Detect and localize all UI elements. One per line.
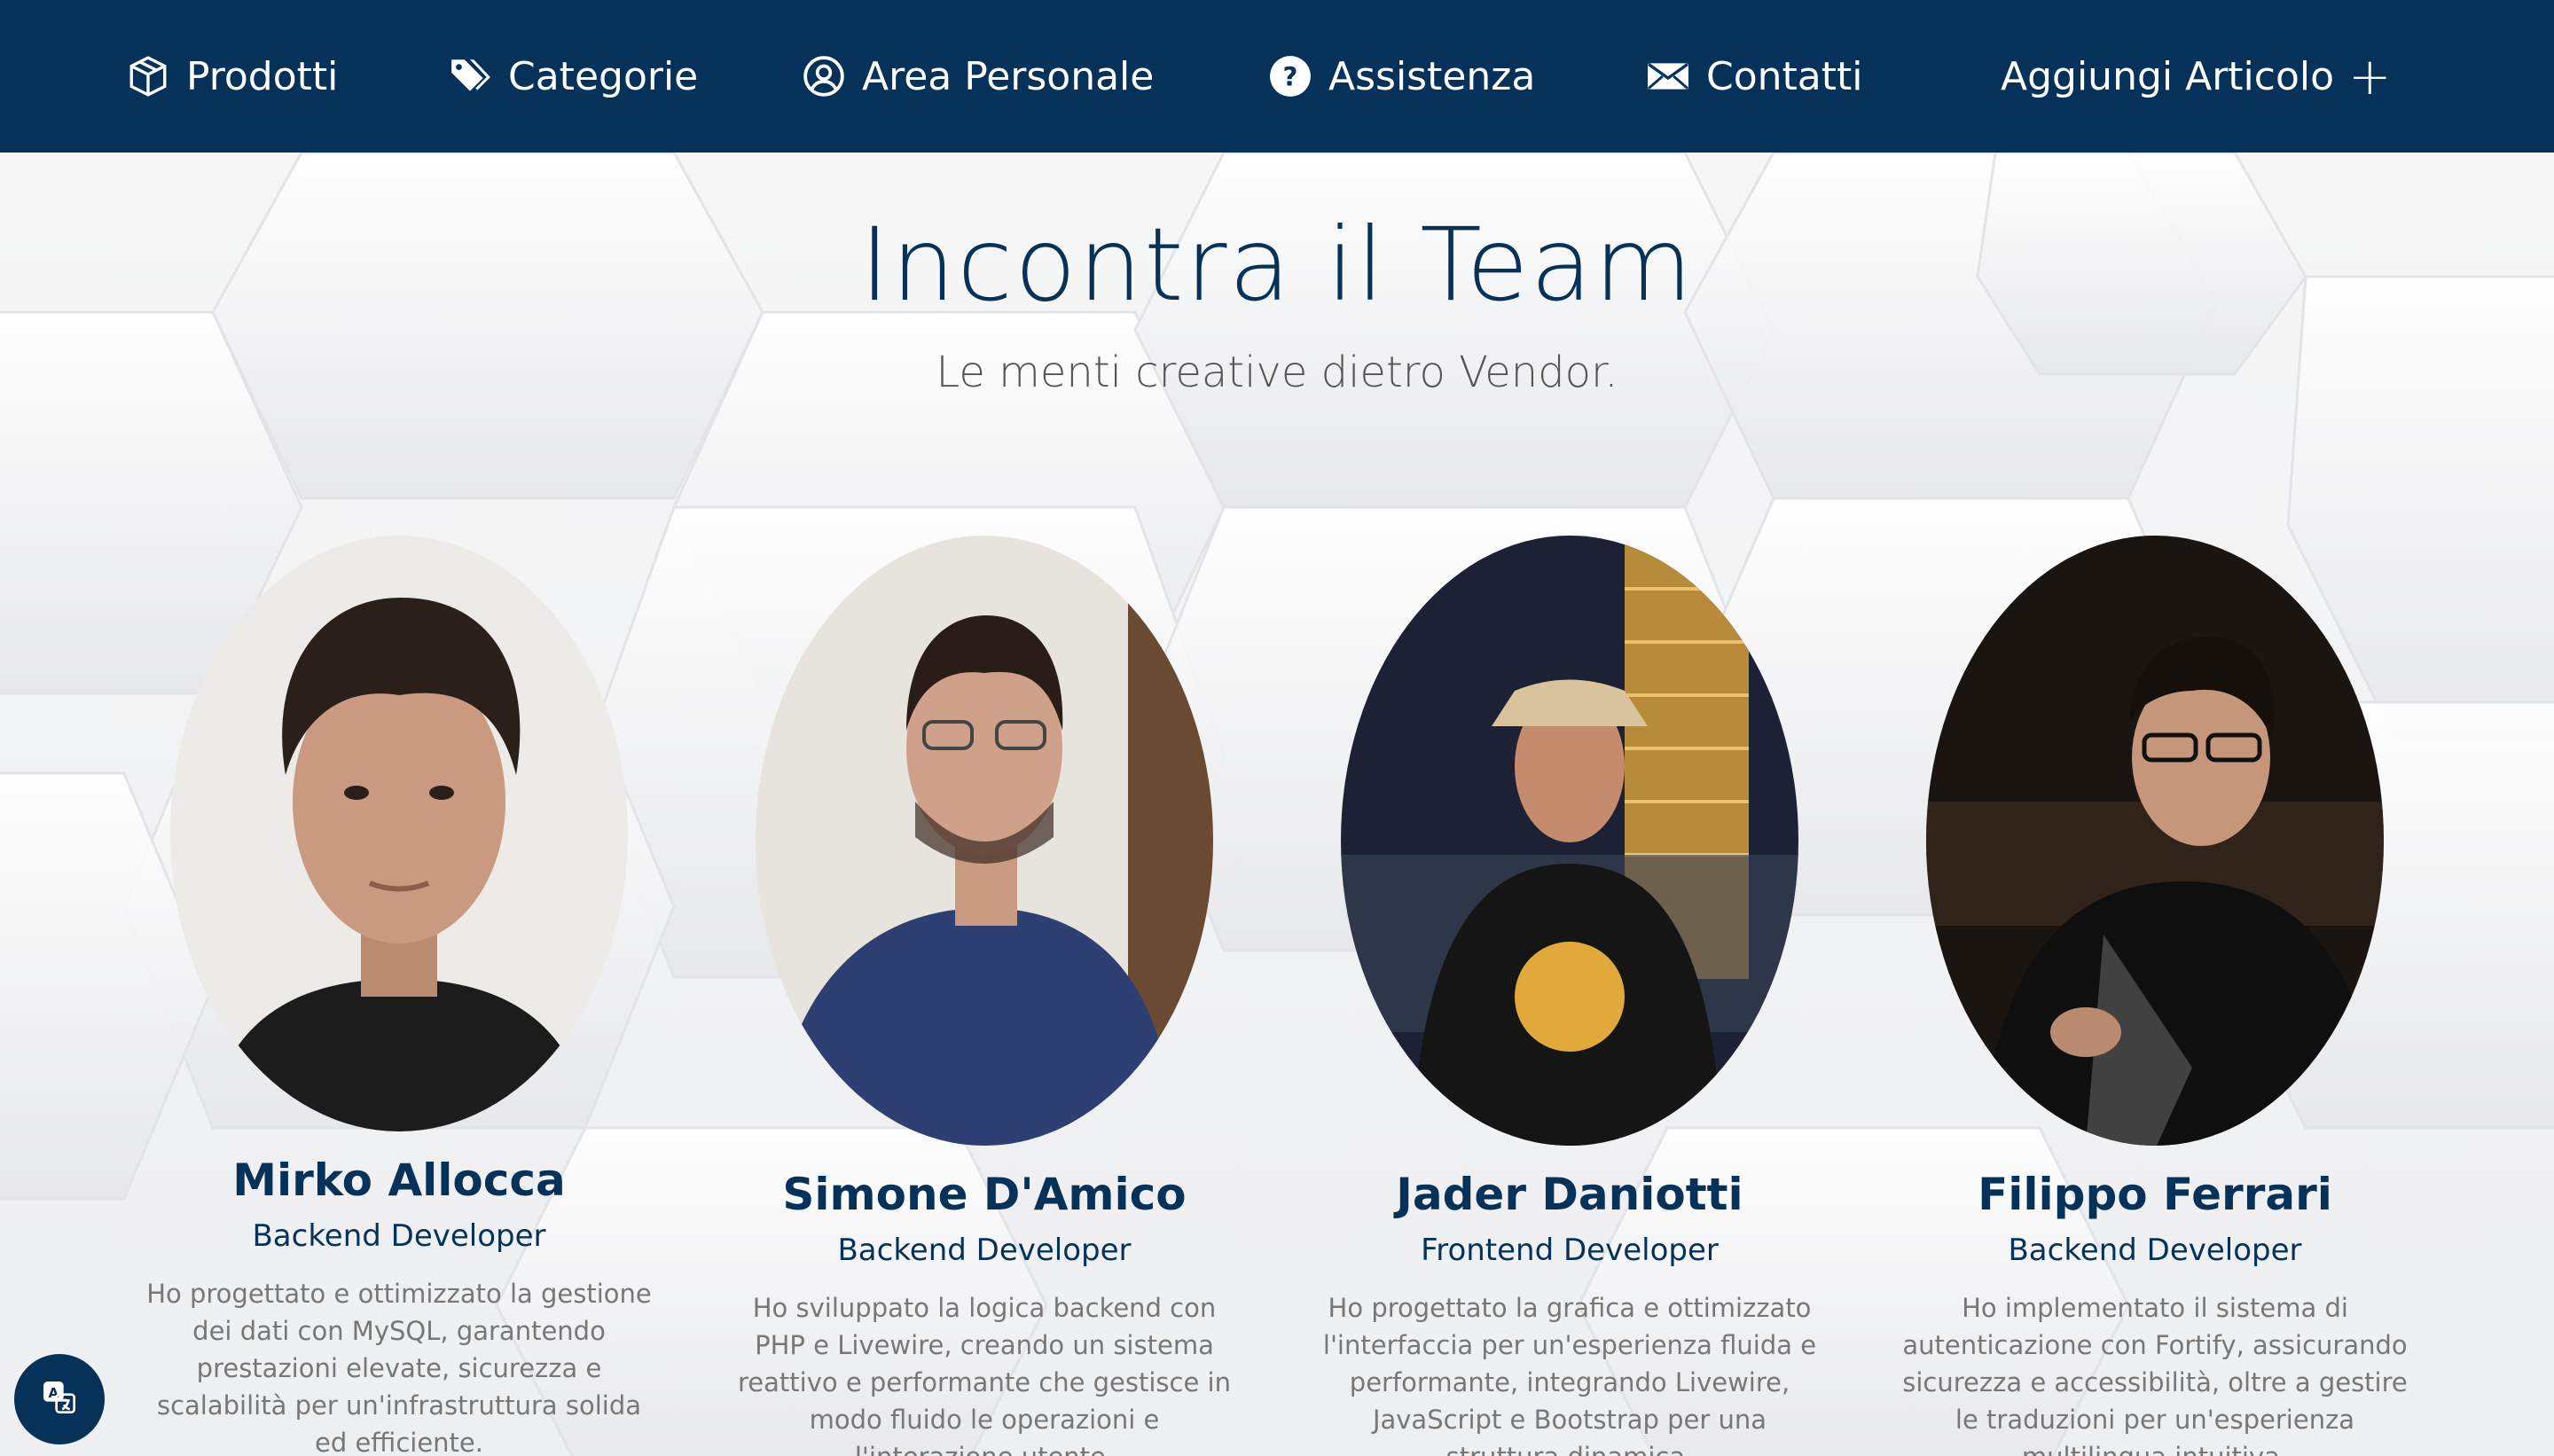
nav-item-categorie[interactable]: Categorie — [448, 0, 698, 153]
add-article-button[interactable]: Aggiungi Articolo + — [2001, 0, 2392, 153]
member-role: Backend Developer — [252, 1218, 546, 1254]
nav-item-contatti[interactable]: Contatti — [1646, 0, 1862, 153]
top-navbar: Prodotti Categorie Area Personale ? Assi… — [0, 0, 2554, 153]
nav-label: Contatti — [1706, 53, 1863, 99]
tags-icon — [448, 54, 492, 98]
nav-label: Prodotti — [186, 53, 339, 99]
nav-label: Area Personale — [862, 53, 1155, 99]
nav-label: Assistenza — [1328, 53, 1536, 99]
member-photo — [1341, 536, 1798, 1146]
add-article-label: Aggiungi Articolo — [2001, 53, 2335, 99]
nav-item-prodotti[interactable]: Prodotti — [126, 0, 338, 153]
page-title: Incontra il Team — [859, 206, 1695, 324]
member-role: Frontend Developer — [1421, 1233, 1719, 1268]
member-description: Ho progettato e ottimizzato la gestione … — [146, 1279, 652, 1456]
nav-item-assistenza[interactable]: ? Assistenza — [1268, 0, 1535, 153]
member-name: Filippo Ferrari — [1978, 1169, 2332, 1220]
member-description: Ho sviluppato la logica backend con PHP … — [738, 1293, 1231, 1456]
envelope-icon — [1646, 54, 1690, 98]
member-description: Ho implementato il sistema di autenticaz… — [1902, 1293, 2408, 1456]
translate-icon: A — [42, 1380, 77, 1419]
team-section: Incontra il Team Le menti creative dietr… — [0, 153, 2554, 1456]
plus-icon: + — [2348, 46, 2392, 106]
member-role: Backend Developer — [837, 1233, 1132, 1268]
member-name: Mirko Allocca — [232, 1155, 566, 1206]
question-circle-icon: ? — [1268, 54, 1312, 98]
box-icon — [126, 54, 170, 98]
nav-item-area-personale[interactable]: Area Personale — [802, 0, 1154, 153]
user-circle-icon — [802, 54, 846, 98]
member-photo — [170, 536, 628, 1131]
member-photo — [756, 536, 1213, 1146]
member-role: Backend Developer — [2008, 1233, 2302, 1268]
member-photo — [1926, 536, 2384, 1146]
translate-button[interactable]: A — [14, 1354, 105, 1444]
member-name: Simone D'Amico — [782, 1169, 1187, 1220]
member-description: Ho progettato la grafica e ottimizzato l… — [1322, 1293, 1817, 1456]
svg-text:?: ? — [1283, 61, 1298, 91]
member-name: Jader Daniotti — [1396, 1169, 1743, 1220]
nav-label: Categorie — [508, 53, 699, 99]
page-subtitle: Le menti creative dietro Vendor. — [936, 348, 1618, 397]
